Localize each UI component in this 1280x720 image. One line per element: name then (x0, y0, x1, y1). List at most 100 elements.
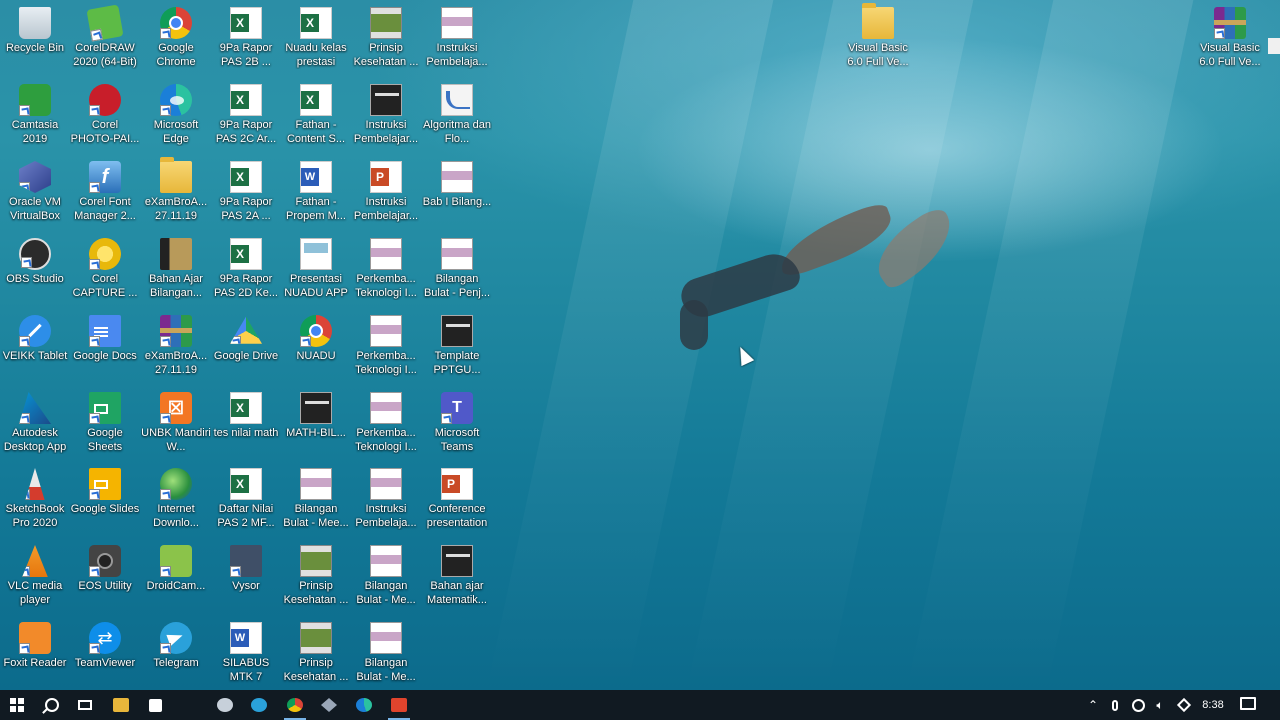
desktop-icon[interactable]: Google Sheets (70, 389, 140, 463)
task-view-button[interactable] (68, 690, 102, 720)
taskbar-edge[interactable] (347, 690, 381, 720)
desktop-icon[interactable]: Bilangan Bulat - Me... (351, 542, 421, 616)
desktop-icon[interactable]: Prinsip Kesehatan ... (281, 542, 351, 616)
desktop-icon[interactable]: Presentasi NUADU APP (281, 235, 351, 309)
desktop-icon[interactable]: Internet Downlo... (141, 465, 211, 539)
desktop-icon[interactable]: Visual Basic 6.0 Full Ve... (843, 3, 913, 78)
desktop-icon[interactable]: 9Pa Rapor PAS 2A ... (211, 158, 281, 232)
desktop-icon[interactable]: Fathan - Content S... (281, 81, 351, 155)
virtualbox-icon (19, 161, 51, 193)
start-button[interactable] (0, 690, 34, 720)
taskbar-app3[interactable] (382, 690, 416, 720)
taskbar-store[interactable] (138, 690, 172, 720)
shortcut-arrow-icon (89, 105, 100, 116)
desktop-icon[interactable]: SILABUS MTK 7 (211, 619, 281, 690)
desktop-icon[interactable]: Oracle VM VirtualBox (0, 158, 70, 232)
desktop-icon[interactable]: Corel PHOTO-PAI... (70, 81, 140, 155)
desktop-icon[interactable]: TeamViewer (70, 619, 140, 690)
desktop-icon[interactable]: NUADU (281, 312, 351, 386)
desktop-icon[interactable]: Microsoft Edge (141, 81, 211, 155)
google-docs-icon (89, 315, 121, 347)
desktop-icon[interactable]: Google Docs (70, 312, 140, 386)
desktop-icon[interactable]: f Corel Font Manager 2... (70, 158, 140, 232)
desktop-icon[interactable]: ☒ UNBK Mandiri W... (141, 389, 211, 463)
desktop-icon[interactable]: Bilangan Bulat - Penj... (422, 235, 492, 309)
taskbar-chrome[interactable] (278, 690, 312, 720)
xampp-icon: ☒ (160, 392, 192, 424)
desktop-icon[interactable]: Bilangan Bulat - Me... (351, 619, 421, 690)
desktop-icon[interactable]: eXamBroA... 27.11.19 (141, 312, 211, 386)
desktop-icon[interactable]: 9Pa Rapor PAS 2B ... (211, 4, 281, 78)
desktop-icon[interactable]: Prinsip Kesehatan ... (351, 4, 421, 78)
folder-icon (113, 698, 129, 712)
coreldraw-icon (86, 4, 124, 42)
desktop-icon[interactable]: Foxit Reader (0, 619, 70, 690)
sketchbook-icon (25, 468, 45, 500)
desktop-icon[interactable]: Prinsip Kesehatan ... (281, 619, 351, 690)
desktop-icon[interactable]: Vysor (211, 542, 281, 616)
desktop-icon[interactable]: Camtasia 2019 (0, 81, 70, 155)
desktop-icon[interactable]: Perkemba... Teknologi I... (351, 235, 421, 309)
desktop-icon[interactable]: Instruksi Pembelaja... (422, 4, 492, 78)
taskbar-clock[interactable]: 8:38 (1198, 690, 1228, 720)
taskbar-app[interactable] (208, 690, 242, 720)
desktop-icon[interactable]: Template PPTGU... (422, 312, 492, 386)
search-button[interactable] (35, 690, 69, 720)
teamviewer-icon (89, 622, 121, 654)
desktop-icon-label: 9Pa Rapor PAS 2C Ar... (215, 119, 277, 145)
notification-icon[interactable] (1240, 697, 1256, 710)
desktop-icon[interactable]: CorelDRAW 2020 (64-Bit) (70, 4, 140, 78)
desktop-icon[interactable]: Instruksi Pembelajar... (351, 81, 421, 155)
desktop-icon[interactable]: MATH-BIL... (281, 389, 351, 463)
taskbar-app2[interactable] (312, 690, 346, 720)
desktop-icon[interactable]: Google Chrome (141, 4, 211, 78)
desktop-icon[interactable]: Conference presentation (422, 465, 492, 539)
desktop-icon[interactable]: Algoritma dan Flo... (422, 81, 492, 155)
desktop-icon[interactable]: Bahan ajar Matematik... (422, 542, 492, 616)
tray-dropbox[interactable] (1174, 690, 1194, 720)
desktop-icon[interactable]: Corel CAPTURE ... (70, 235, 140, 309)
desktop-icon[interactable]: Daftar Nilai PAS 2 MF... (211, 465, 281, 539)
desktop-icon[interactable]: EOS Utility (70, 542, 140, 616)
desktop-icon[interactable]: 9Pa Rapor PAS 2D Ke... (211, 235, 281, 309)
desktop-icon[interactable]: Bilangan Bulat - Mee... (281, 465, 351, 539)
google-sheets-icon (89, 392, 121, 424)
desktop-icon[interactable]: Perkemba... Teknologi I... (351, 389, 421, 463)
desktop-icon[interactable]: eXamBroA... 27.11.19 (141, 157, 211, 232)
shortcut-arrow-icon (89, 182, 100, 193)
desktop-icon[interactable]: Bahan Ajar Bilangan... (141, 235, 211, 309)
shortcut-arrow-icon (21, 257, 32, 268)
shortcut-arrow-icon (160, 336, 171, 347)
desktop-icon[interactable]: SketchBook Pro 2020 (0, 465, 70, 539)
desktop-icon-label: Corel CAPTURE ... (72, 273, 138, 299)
desktop-icon[interactable]: 9Pa Rapor PAS 2C Ar... (211, 81, 281, 155)
desktop-icon[interactable]: tes nilai math (211, 389, 281, 463)
desktop-icon[interactable]: Nuadu kelas prestasi (281, 4, 351, 78)
desktop-icon[interactable]: VLC media player (0, 542, 70, 616)
shortcut-arrow-icon (230, 566, 241, 577)
desktop-icon[interactable]: Instruksi Pembelaja... (351, 465, 421, 539)
tray-volume[interactable]: 🔈︎ (1150, 690, 1170, 720)
desktop-icon[interactable]: Recycle Bin (0, 4, 70, 78)
desktop-icon[interactable]: Google Slides (70, 465, 140, 539)
desktop-icon[interactable]: Autodesk Desktop App (0, 389, 70, 463)
telegram-icon (251, 698, 267, 712)
desktop-icon[interactable]: Instruksi Pembelajar... (351, 158, 421, 232)
tray-overflow-chevron[interactable]: ⌃ (1084, 690, 1102, 720)
desktop-icon[interactable]: Telegram (141, 619, 211, 690)
desktop-icon[interactable]: Visual Basic 6.0 Full Ve... (1195, 4, 1265, 78)
desktop-icon[interactable]: Bab I Bilang... (422, 158, 492, 232)
tray-microphone[interactable] (1106, 690, 1124, 720)
taskbar-telegram[interactable] (242, 690, 276, 720)
desktop-icon[interactable]: T Microsoft Teams (422, 389, 492, 463)
tray-network[interactable] (1128, 690, 1148, 720)
desktop-icon[interactable]: OBS Studio (0, 235, 70, 309)
desktop-icon-label: Google Drive (213, 350, 279, 362)
app2-icon (321, 698, 337, 712)
desktop-icon[interactable]: VEIKK Tablet (0, 312, 70, 386)
taskbar-file-explorer[interactable] (104, 690, 138, 720)
desktop-icon[interactable]: Fathan - Propem M... (281, 158, 351, 232)
desktop-icon[interactable]: Perkemba... Teknologi I... (351, 312, 421, 386)
desktop-icon[interactable]: Google Drive (211, 312, 281, 386)
desktop-icon[interactable]: DroidCam... (141, 542, 211, 616)
